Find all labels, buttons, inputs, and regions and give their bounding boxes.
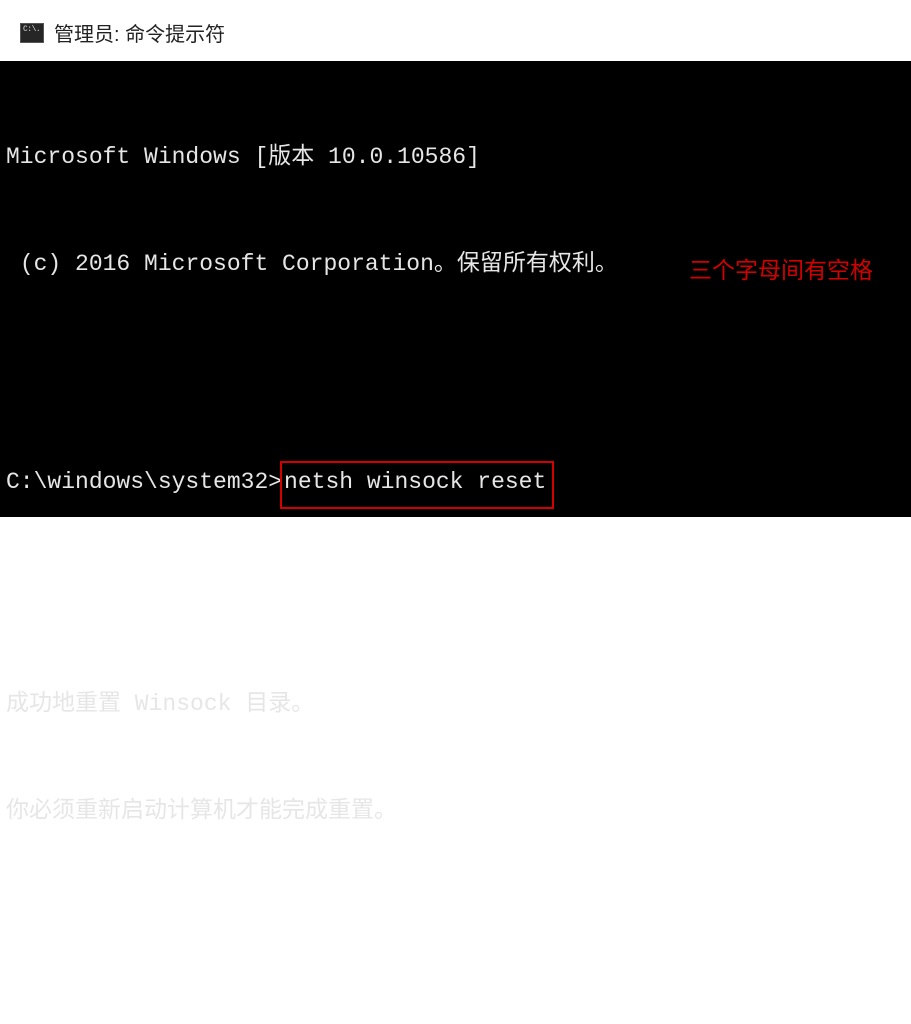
window-title: 管理员: 命令提示符	[54, 18, 225, 47]
annotation-text: 三个字母间有空格	[689, 253, 873, 289]
blank-line	[6, 580, 905, 616]
output-line-2: 你必须重新启动计算机才能完成重置。	[6, 794, 905, 830]
command-text: netsh winsock reset	[284, 469, 546, 495]
banner-line-1: Microsoft Windows [版本 10.0.10586]	[6, 140, 905, 176]
prompt-path: C:\windows\system32>	[6, 469, 282, 495]
output-line-1: 成功地重置 Winsock 目录。	[6, 687, 905, 723]
cmd-icon: C:\.	[20, 23, 44, 43]
blank-line	[6, 1008, 905, 1024]
cmd-icon-text: C:\.	[23, 25, 40, 34]
blank-line	[6, 354, 905, 390]
terminal-body[interactable]: Microsoft Windows [版本 10.0.10586] (c) 20…	[0, 61, 911, 517]
prompt-line-1: C:\windows\system32>netsh winsock reset	[6, 461, 905, 509]
blank-line	[6, 901, 905, 937]
command-highlight-box: netsh winsock reset	[280, 461, 554, 509]
window-titlebar: C:\. 管理员: 命令提示符	[0, 0, 911, 61]
